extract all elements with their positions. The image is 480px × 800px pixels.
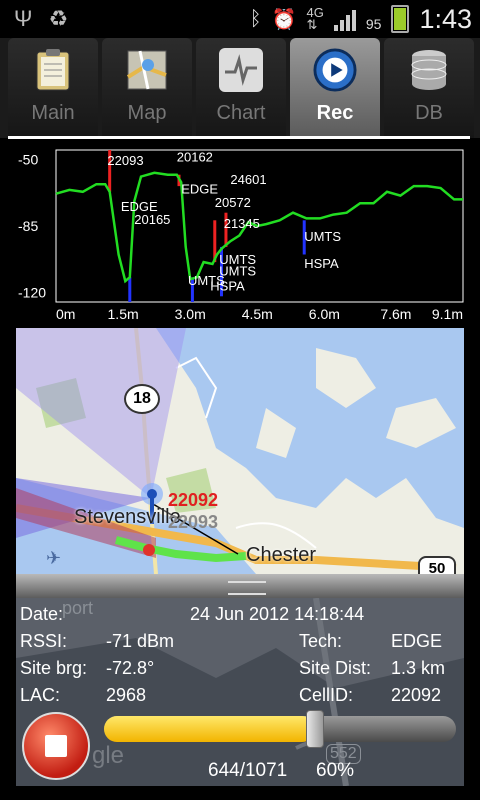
tab-main[interactable]: Main: [8, 38, 98, 138]
tab-label: Main: [31, 102, 75, 124]
notification-icons: Ψ ♻: [14, 6, 68, 32]
place-label-stevensville: Stevensville: [74, 506, 181, 528]
battery-icon: [391, 5, 410, 33]
site-brg-value: -72.8°: [106, 658, 155, 678]
stop-icon: [45, 735, 67, 757]
site-label-22092: 22092: [168, 490, 219, 510]
battery-percent: 95: [365, 16, 382, 32]
playback-position: 644/1071: [208, 760, 288, 781]
route-shield-50: 50: [418, 556, 456, 574]
panel-drag-handle[interactable]: [16, 574, 464, 598]
chart-x-tick: 4.5m: [242, 306, 273, 322]
stop-button[interactable]: [22, 712, 90, 780]
track-point: [143, 544, 155, 556]
rssi-label: RSSI:: [20, 631, 68, 651]
playback-slider-thumb[interactable]: [306, 710, 325, 748]
rssi-value: -71 dBm: [106, 631, 175, 651]
chart-annotation: 21345: [224, 216, 260, 231]
chart-x-tick: 1.5m: [108, 306, 139, 322]
cellid-label: CellID:: [299, 685, 354, 705]
network-type-icon: 4G ⇅: [306, 5, 324, 32]
route-shield-18: 18: [124, 384, 160, 414]
chart-annotation: 20165: [134, 212, 170, 227]
cellid-value: 22092: [391, 685, 442, 705]
tech-label: Tech:: [299, 631, 343, 651]
signal-chart: -50 -85 -120 0m 1.5m 3.0m 4.5m 6.0m 7.6m 9.1m 2209…: [0, 142, 480, 324]
place-label-chester: Chester: [246, 544, 317, 566]
chart-annotation: 24601: [230, 172, 266, 187]
chart-x-tick: 7.6m: [380, 306, 411, 322]
chart-icon: [219, 48, 263, 92]
lac-label: LAC:: [20, 685, 61, 705]
map-canvas: [16, 328, 464, 574]
chart-annotation: HSPA: [210, 279, 245, 294]
status-bar: Ψ ♻ ᛒ ⏰ 4G ⇅ 95 1:43: [0, 0, 480, 38]
tab-rec[interactable]: Rec: [290, 38, 380, 138]
lac-value: 2968: [106, 685, 147, 705]
clock: 1:43: [419, 3, 472, 34]
chart-y-tick: -120: [18, 285, 46, 301]
partial-label-port: port: [62, 598, 94, 618]
playback-slider[interactable]: [104, 710, 456, 748]
tab-label: Rec: [316, 102, 354, 124]
bluetooth-icon: ᛒ: [249, 7, 262, 30]
chart-annotation: EDGE: [181, 182, 218, 197]
grip-icon: [228, 581, 266, 595]
tab-db[interactable]: DB: [384, 38, 474, 138]
site-brg-label: Site brg:: [20, 658, 88, 678]
site-dist-label: Site Dist:: [299, 658, 372, 678]
signal-icon: [333, 7, 356, 31]
chart-x-tick: 0m: [56, 306, 75, 322]
clipboard-icon: [31, 48, 75, 92]
partial-label-google: gle: [92, 742, 125, 769]
database-icon: [407, 48, 451, 92]
chart-annotation: 20572: [215, 195, 251, 210]
chart-annotation: UMTS: [219, 263, 256, 278]
tab-bar: Main Map Chart Rec DB: [0, 38, 480, 138]
chart-y-tick: -50: [18, 152, 38, 168]
site-label-22093: 22093: [168, 512, 219, 532]
tab-label: Map: [127, 102, 167, 124]
date-label: Date:: [20, 604, 64, 624]
signal-chart-svg: -50 -85 -120 0m 1.5m 3.0m 4.5m 6.0m 7.6m 9.1m 2209…: [18, 149, 464, 322]
tab-map[interactable]: Map: [102, 38, 192, 138]
map-icon: [125, 48, 169, 92]
chart-annotation: HSPA: [304, 256, 339, 271]
chart-x-tick: 9.1m: [432, 306, 463, 322]
tab-label: DB: [415, 102, 443, 124]
tech-value: EDGE: [391, 631, 443, 651]
chart-x-tick: 3.0m: [175, 306, 206, 322]
chart-y-tick: -85: [18, 218, 38, 234]
chart-annotation: 20162: [177, 149, 213, 164]
alarm-icon: ⏰: [271, 8, 297, 31]
date-value: 24 Jun 2012 14:18:44: [190, 604, 365, 624]
map-view[interactable]: 18 50 Stevensville Chester 22092 22093 ✈: [16, 328, 464, 574]
usb-icon: Ψ: [14, 6, 33, 31]
chart-annotation: UMTS: [304, 229, 341, 244]
tab-chart[interactable]: Chart: [196, 38, 286, 138]
recycle-icon: ♻: [48, 6, 69, 31]
record-play-icon: [313, 48, 357, 92]
tab-underline: [8, 136, 470, 139]
playback-slider-fill: [104, 716, 316, 742]
airport-icon: ✈: [46, 548, 62, 568]
playback-percent: 60%: [316, 760, 355, 781]
site-dist-value: 1.3 km: [391, 658, 446, 678]
chart-annotation: 22093: [107, 153, 143, 168]
tab-label: Chart: [216, 102, 266, 124]
chart-x-tick: 6.0m: [309, 306, 340, 322]
